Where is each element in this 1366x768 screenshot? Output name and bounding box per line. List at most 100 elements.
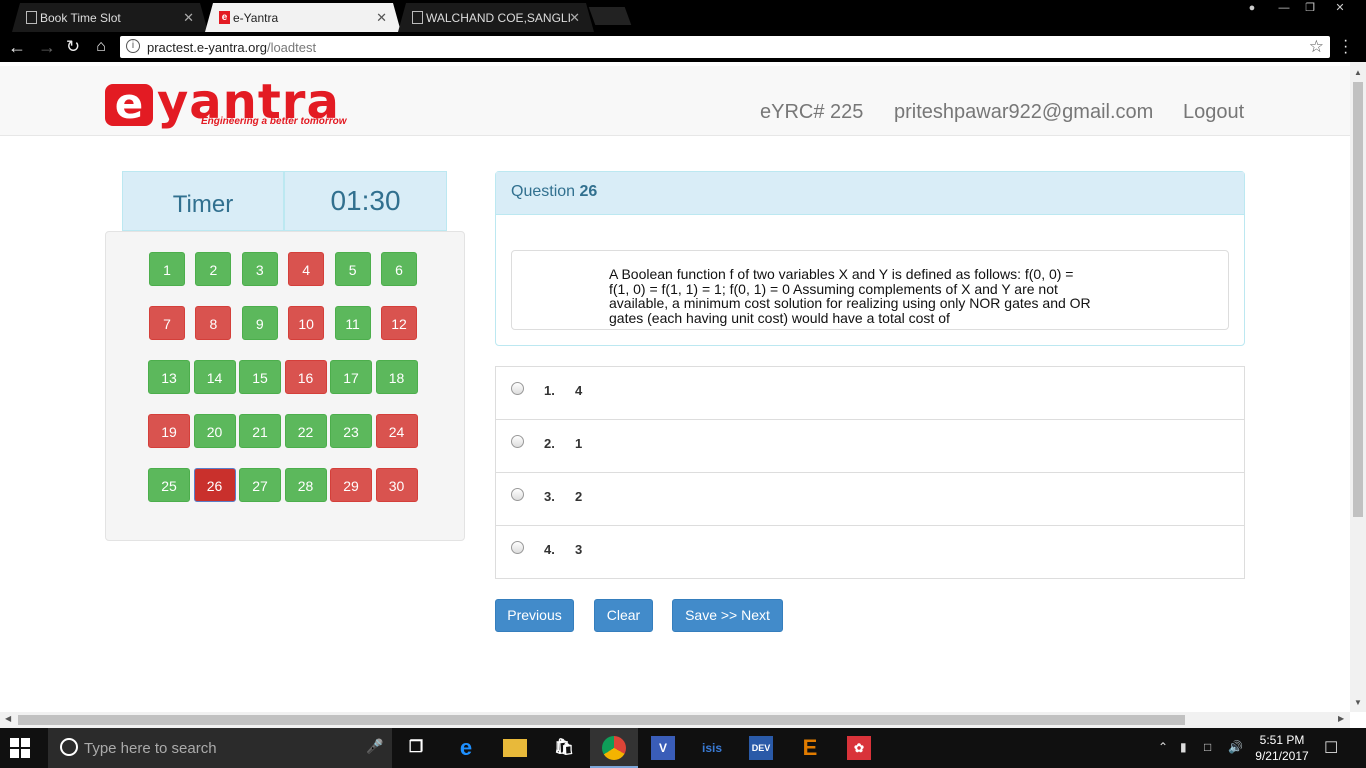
question-body: A Boolean function f of two variables X … <box>511 250 1229 330</box>
volume-icon[interactable]: 🔊 <box>1228 740 1243 754</box>
reload-icon[interactable]: ↻ <box>62 37 84 57</box>
question-button-14[interactable]: 14 <box>193 360 236 394</box>
option-radio[interactable] <box>511 435 524 448</box>
microphone-icon[interactable]: 🎤 <box>366 738 383 755</box>
tab-walchand[interactable]: WALCHAND COE,SANGLI ✕ <box>398 3 594 32</box>
vertical-scrollbar[interactable]: ▲ ▼ <box>1350 62 1366 712</box>
dev-cpp-icon[interactable]: DEV <box>749 736 773 760</box>
file-explorer-icon[interactable] <box>503 739 527 757</box>
scroll-down-icon[interactable]: ▼ <box>1354 698 1362 707</box>
vertical-scroll-thumb[interactable] <box>1353 82 1363 517</box>
question-button-22[interactable]: 22 <box>284 414 327 448</box>
tab-e-yantra[interactable]: e e-Yantra ✕ <box>205 3 401 32</box>
horizontal-scroll-thumb[interactable] <box>18 715 1185 725</box>
chrome-icon[interactable] <box>602 736 626 760</box>
clear-button[interactable]: Clear <box>594 599 653 632</box>
address-bar[interactable]: i practest.e-yantra.org/loadtest ☆ <box>120 36 1330 58</box>
question-button-6[interactable]: 6 <box>381 252 417 286</box>
previous-button[interactable]: Previous <box>495 599 574 632</box>
logout-link[interactable]: Logout <box>1183 101 1244 124</box>
question-button-13[interactable]: 13 <box>148 360 190 394</box>
option-4[interactable]: 4. 3 <box>496 526 1244 579</box>
close-window-icon[interactable]: ✕ <box>1328 0 1352 18</box>
scroll-right-icon[interactable]: ▶ <box>1338 714 1344 723</box>
question-button-23[interactable]: 23 <box>330 414 372 448</box>
tab-title: WALCHAND COE,SANGLI <box>426 10 571 25</box>
scroll-left-icon[interactable]: ◀ <box>5 714 11 723</box>
question-button-21[interactable]: 21 <box>239 414 281 448</box>
question-button-18[interactable]: 18 <box>375 360 418 394</box>
network-icon[interactable]: □ <box>1204 740 1211 754</box>
bookmark-star-icon[interactable]: ☆ <box>1309 37 1324 57</box>
taskbar-clock[interactable]: 5:51 PM 9/21/2017 <box>1252 732 1312 764</box>
question-button-1[interactable]: 1 <box>149 252 185 286</box>
question-button-17[interactable]: 17 <box>330 360 372 394</box>
forward-icon[interactable]: → <box>36 37 58 57</box>
visual-studio-icon[interactable]: V <box>651 736 675 760</box>
option-radio[interactable] <box>511 382 524 395</box>
save-next-button[interactable]: Save >> Next <box>672 599 783 632</box>
question-button-19[interactable]: 19 <box>148 414 190 448</box>
new-tab-button[interactable] <box>588 7 632 25</box>
notifications-icon[interactable]: ☐ <box>1324 738 1338 758</box>
option-3[interactable]: 3. 2 <box>496 473 1244 526</box>
question-button-29[interactable]: 29 <box>330 468 372 502</box>
minimize-icon[interactable]: — <box>1272 0 1296 18</box>
page-icon <box>412 11 423 24</box>
option-number: 1. <box>544 383 555 398</box>
horizontal-scrollbar[interactable]: ◀ ▶ <box>0 712 1350 728</box>
home-icon[interactable]: ⌂ <box>90 37 112 57</box>
question-button-26[interactable]: 26 <box>193 468 236 502</box>
restore-icon[interactable]: ❐ <box>1298 0 1322 18</box>
question-text-line: gates (each having unit cost) would have… <box>609 309 950 326</box>
question-button-11[interactable]: 11 <box>334 306 371 340</box>
user-icon[interactable]: ● <box>1240 0 1264 18</box>
info-icon[interactable]: i <box>126 39 140 53</box>
scroll-up-icon[interactable]: ▲ <box>1354 68 1362 77</box>
e-app-icon[interactable]: E <box>798 736 822 760</box>
clock-time: 5:51 PM <box>1259 733 1305 747</box>
options-list: 1. 4 2. 1 3. 2 4. 3 <box>495 366 1245 579</box>
question-button-8[interactable]: 8 <box>195 306 232 340</box>
question-button-28[interactable]: 28 <box>284 468 327 502</box>
close-icon[interactable]: ✕ <box>569 10 580 26</box>
taskbar-search-box[interactable]: Type here to search 🎤 <box>48 728 392 768</box>
close-icon[interactable]: ✕ <box>183 10 194 26</box>
option-2[interactable]: 2. 1 <box>496 420 1244 473</box>
edge-browser-icon[interactable]: e <box>454 736 478 760</box>
question-button-24[interactable]: 24 <box>375 414 418 448</box>
menu-dots-icon[interactable]: · · · <box>1343 33 1348 61</box>
windows-start-icon[interactable] <box>10 738 30 758</box>
battery-icon[interactable]: ▮ <box>1180 740 1187 754</box>
close-icon[interactable]: ✕ <box>376 10 387 26</box>
question-button-9[interactable]: 9 <box>241 306 278 340</box>
question-button-15[interactable]: 15 <box>239 360 281 394</box>
tab-book-time-slot[interactable]: Book Time Slot ✕ <box>12 3 208 32</box>
task-view-icon[interactable]: ❐ <box>404 736 428 760</box>
question-button-2[interactable]: 2 <box>195 252 232 286</box>
e-yantra-logo[interactable]: e yantra Engineering a better tomorrow <box>105 74 347 130</box>
question-heading: Question 26 <box>496 172 1244 215</box>
question-button-10[interactable]: 10 <box>288 306 325 340</box>
option-radio[interactable] <box>511 541 524 554</box>
question-button-25[interactable]: 25 <box>148 468 190 502</box>
option-number: 4. <box>544 542 555 557</box>
red-app-icon[interactable]: ✿ <box>847 736 871 760</box>
question-button-16[interactable]: 16 <box>284 360 327 394</box>
tray-chevron-up-icon[interactable]: ⌃ <box>1158 740 1168 754</box>
page-content: e yantra Engineering a better tomorrow e… <box>0 62 1350 712</box>
option-value: 4 <box>575 383 583 398</box>
store-icon[interactable]: 🛍 <box>552 736 576 760</box>
question-button-30[interactable]: 30 <box>375 468 418 502</box>
option-radio[interactable] <box>511 488 524 501</box>
option-1[interactable]: 1. 4 <box>496 367 1244 420</box>
question-button-20[interactable]: 20 <box>193 414 236 448</box>
question-button-3[interactable]: 3 <box>241 252 278 286</box>
question-button-12[interactable]: 12 <box>381 306 417 340</box>
question-button-4[interactable]: 4 <box>288 252 325 286</box>
question-button-27[interactable]: 27 <box>239 468 281 502</box>
back-icon[interactable]: ← <box>6 37 28 57</box>
question-button-5[interactable]: 5 <box>334 252 371 286</box>
question-button-7[interactable]: 7 <box>149 306 185 340</box>
isis-proteus-icon[interactable]: isis <box>700 736 724 760</box>
